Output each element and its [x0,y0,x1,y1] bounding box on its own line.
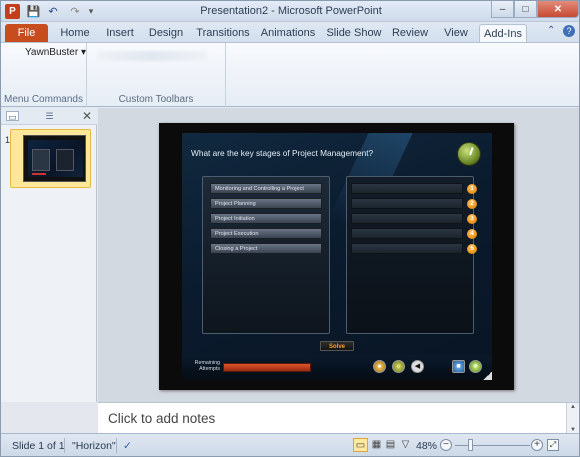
tab-file[interactable]: File [5,24,48,42]
close-button[interactable]: ✕ [537,1,579,18]
tab-design[interactable]: Design [144,24,188,42]
yawnbuster-menu-button[interactable]: YawnBuster ▾ [25,47,86,58]
slides-pane: ▭ ☰ ✕ 1 [1,108,97,402]
page-curl-icon [483,372,492,380]
thumbnail-image [23,135,86,182]
slide-editing-area: What are the key stages of Project Manag… [98,108,579,402]
maximize-button[interactable]: □ [514,1,537,18]
answer-slots-panel: 1 2 3 4 5 [346,176,477,334]
outline-tab-icon[interactable]: ☰ [43,111,56,121]
slide-show-icon[interactable]: ▽ [398,438,413,452]
faded-toolbar-placeholder [97,51,207,61]
remaining-attempts-label: Remaining Attempts [194,360,220,372]
tab-animations[interactable]: Animations [259,24,317,42]
answer-slot[interactable] [351,183,463,194]
zoom-in-button[interactable]: + [531,439,543,451]
back-icon[interactable]: ◀ [411,360,424,373]
current-slide[interactable]: What are the key stages of Project Manag… [159,123,514,390]
slot-number-badge: 4 [467,229,477,239]
remaining-attempts-bar [223,363,311,372]
powerpoint-window: P 💾 ↶ ↷ ▾ Presentation2 - Microsoft Powe… [0,0,580,457]
option-item[interactable]: Project Execution [210,228,322,239]
minimize-ribbon-icon[interactable]: ⌃ [547,25,555,36]
answer-options-panel: Monitoring and Controlling a Project Pro… [202,176,330,334]
tab-add-ins[interactable]: Add-Ins [479,24,527,42]
normal-view-icon[interactable]: ▭ [353,438,368,452]
notes-placeholder[interactable]: Click to add notes [108,411,215,426]
group-menu-commands: YawnBuster ▾ Menu Commands [1,43,87,107]
slide-sorter-icon[interactable]: ▦ [369,438,384,452]
answer-slot[interactable] [351,198,463,209]
slide-number: 1 [5,135,11,145]
solve-button[interactable]: Solve [320,341,354,351]
tab-review[interactable]: Review [389,24,431,42]
hint-icon[interactable]: ● [373,360,386,373]
tab-insert[interactable]: Insert [100,24,140,42]
quiz-bottom-bar: Remaining Attempts ● ○ ◀ ■ ✳ [182,355,492,380]
save-answer-icon[interactable]: ■ [452,360,465,373]
slide-thumbnail-1[interactable]: 1 [5,129,91,188]
minimize-button[interactable]: – [491,1,514,18]
scroll-up-icon[interactable]: ▲ [570,404,576,410]
zoom-slider-thumb[interactable] [468,439,473,451]
notes-scrollbar[interactable]: ▲ ▼ [566,403,579,434]
window-controls: – □ ✕ [491,1,579,18]
tab-home[interactable]: Home [52,24,98,42]
zoom-out-button[interactable]: − [440,439,452,451]
group-label-menu-commands: Menu Commands [4,94,83,105]
slot-number-badge: 2 [467,199,477,209]
tab-transitions[interactable]: Transitions [194,24,252,42]
slot-number-badge: 1 [467,184,477,194]
answer-slot[interactable] [351,228,463,239]
answer-slot[interactable] [351,243,463,254]
help-icon[interactable]: ? [563,25,575,37]
group-label-custom-toolbars: Custom Toolbars [118,94,194,105]
title-bar: P 💾 ↶ ↷ ▾ Presentation2 - Microsoft Powe… [1,1,579,22]
zoom-level[interactable]: 48% [416,440,437,452]
fit-to-window-icon[interactable]: ⤢ [547,439,559,451]
notes-pane[interactable]: Click to add notes ▲ ▼ [98,402,579,434]
timer-icon [457,142,481,166]
option-item[interactable]: Project Initiation [210,213,322,224]
group-custom-toolbars: Custom Toolbars [87,43,226,107]
slot-number-badge: 5 [467,244,477,254]
ribbon: YawnBuster ▾ Menu Commands Custom Toolba… [1,42,579,107]
option-item[interactable]: Closing a Project [210,243,322,254]
reading-view-icon[interactable]: ▤ [383,438,398,452]
check-icon[interactable]: ○ [392,360,405,373]
slot-number-badge: 3 [467,214,477,224]
status-bar: Slide 1 of 1 "Horizon" ✓ ▭ ▦ ▤ ▽ 48% − +… [1,433,579,456]
slides-tab-icon[interactable]: ▭ [6,111,19,122]
option-item[interactable]: Project Planning [210,198,322,209]
zoom-slider-track[interactable] [455,445,530,446]
question-text: What are the key stages of Project Manag… [191,148,374,158]
answer-slot[interactable] [351,213,463,224]
slide-count: Slide 1 of 1 [12,440,65,452]
settings-icon[interactable]: ✳ [469,360,482,373]
ribbon-tab-bar: File Home Insert Design Transitions Anim… [1,22,579,42]
tab-slide-show[interactable]: Slide Show [325,24,383,42]
spell-check-icon[interactable]: ✓ [123,440,132,452]
tab-view[interactable]: View [438,24,474,42]
quiz-scene: What are the key stages of Project Manag… [182,133,492,380]
pane-tabs: ▭ ☰ ✕ [1,108,97,125]
option-item[interactable]: Monitoring and Controlling a Project [210,183,322,194]
theme-name: "Horizon" [72,440,116,452]
close-pane-icon[interactable]: ✕ [82,109,92,123]
